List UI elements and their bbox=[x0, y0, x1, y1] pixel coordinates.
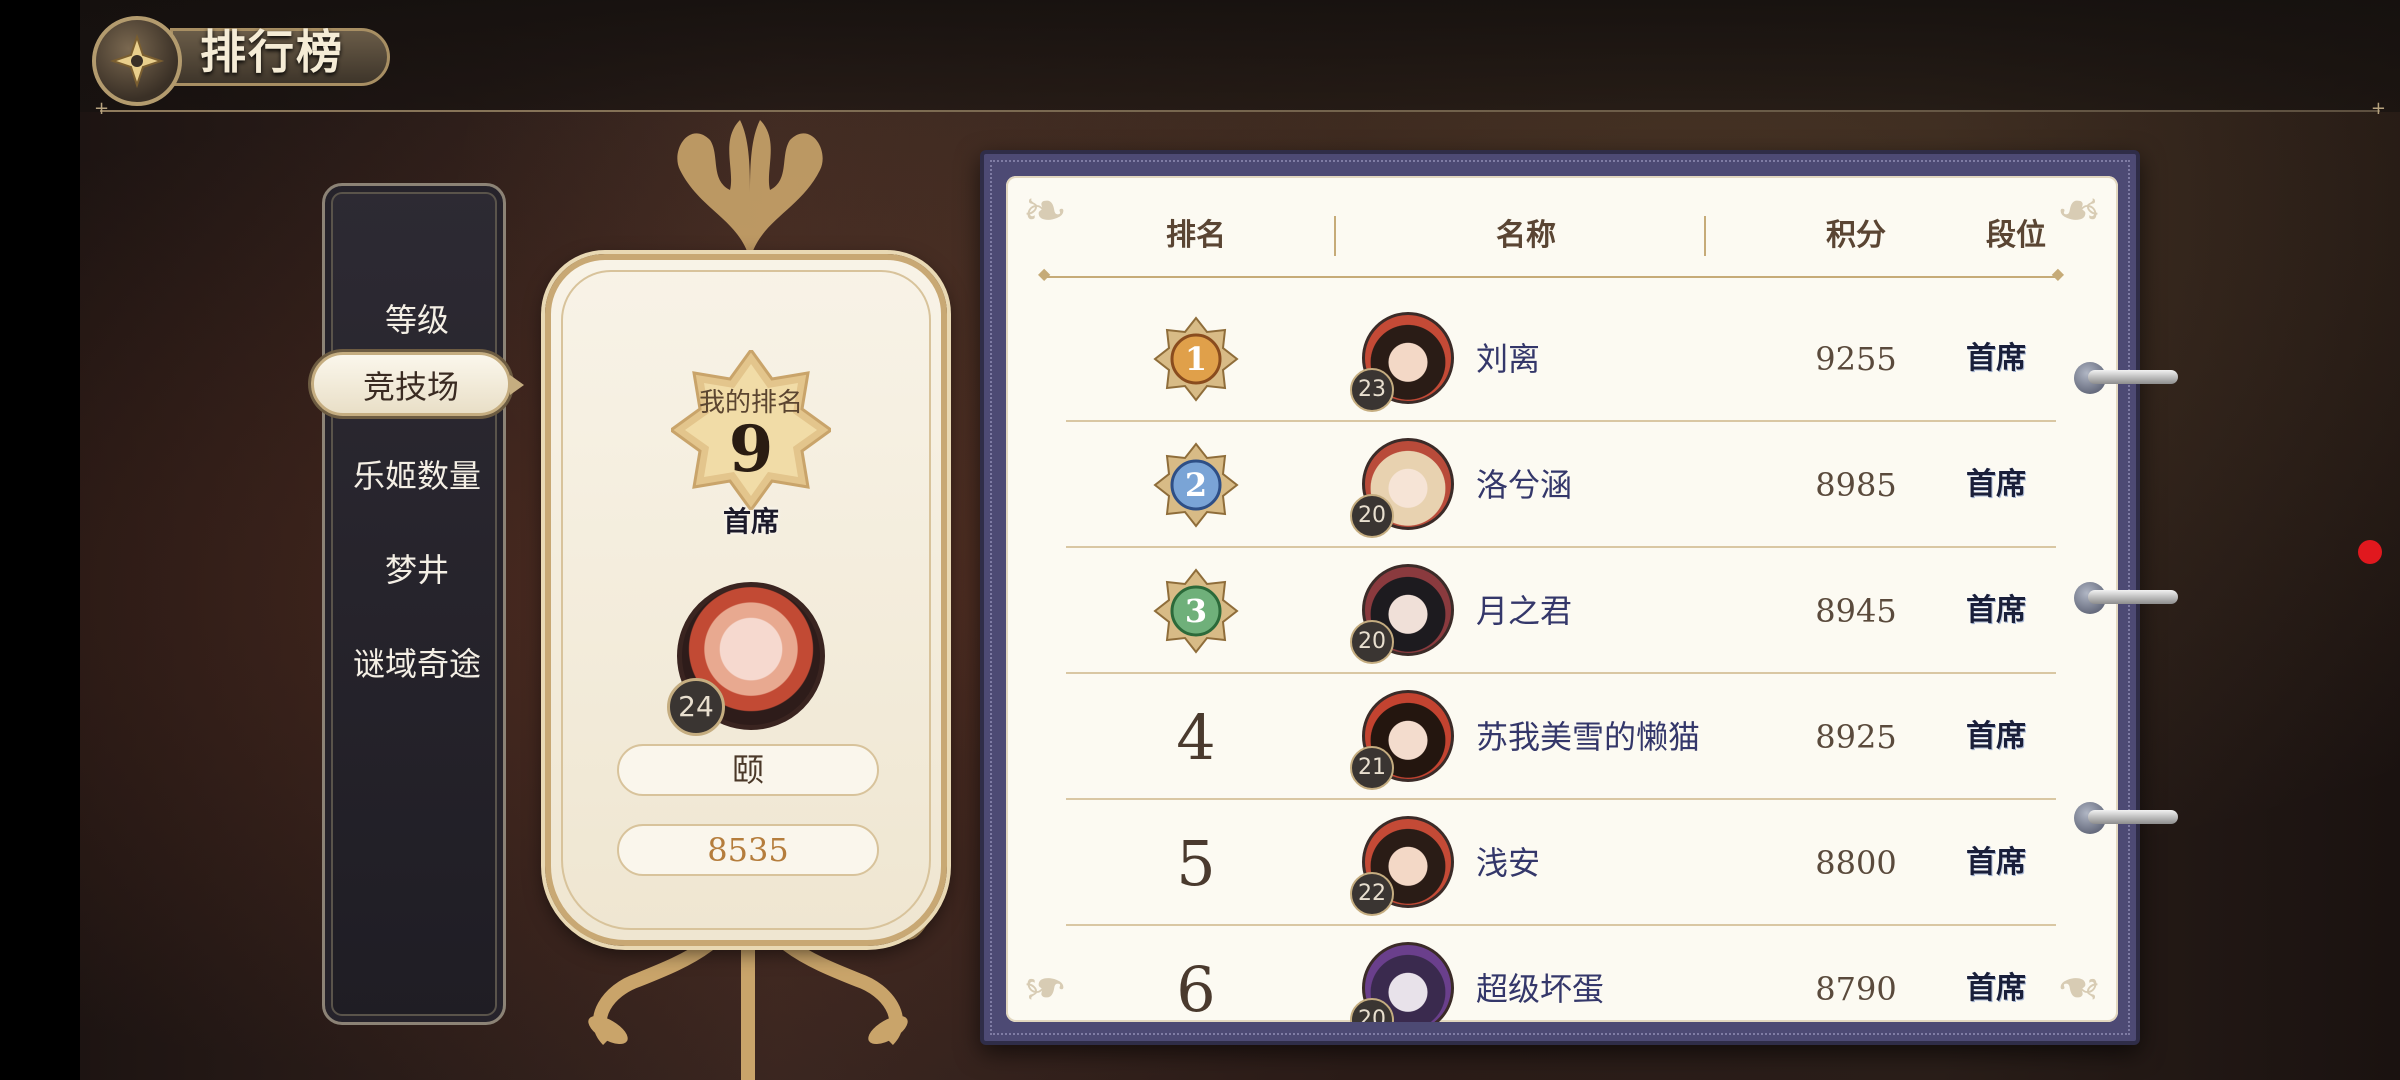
my-name: 颐 bbox=[617, 744, 879, 796]
rank-cell: 2 bbox=[1126, 422, 1266, 548]
table-row[interactable]: 2 20 洛兮涵 8985 首席 bbox=[1066, 422, 2056, 548]
table-row[interactable]: 5 22 浅安 8800 首席 bbox=[1066, 800, 2056, 926]
player-avatar-wrap[interactable]: 20 bbox=[1350, 942, 1458, 1022]
player-tier: 首席 bbox=[1966, 971, 2026, 1006]
notification-dot[interactable] bbox=[2358, 540, 2382, 564]
back-emblem-icon bbox=[109, 33, 165, 89]
player-tier: 首席 bbox=[1966, 845, 2026, 880]
player-name: 苏我美雪的懒猫 bbox=[1476, 718, 1701, 756]
binder-ring bbox=[2074, 358, 2178, 398]
header-underline bbox=[1038, 264, 2064, 283]
ranking-book: ❧ ❧ ❧ ❧ 排名 名称 积分 段位 123刘离9255首席220洛兮涵898… bbox=[980, 150, 2140, 1045]
category-menu: 等级 竞技场 乐姬数量 梦井 谜域奇途 bbox=[311, 183, 524, 1025]
rank-medal-number: 2 bbox=[1185, 466, 1207, 504]
player-level-badge: 23 bbox=[1350, 368, 1394, 412]
menu-item-musician-count[interactable]: 乐姬数量 bbox=[325, 444, 509, 508]
rank-cell: 5 bbox=[1126, 800, 1266, 926]
rank-medal-number: 3 bbox=[1185, 592, 1207, 630]
rank-cell: 6 bbox=[1126, 926, 1266, 1023]
player-score: 8925 bbox=[1815, 718, 1897, 756]
table-row[interactable]: 6 20 超级坏蛋 8790 首席 bbox=[1066, 926, 2056, 1022]
player-score: 9255 bbox=[1815, 340, 1897, 378]
table-row[interactable]: 1 23 刘离 9255 首席 bbox=[1066, 296, 2056, 422]
tree-ornament-top bbox=[677, 120, 823, 260]
top-divider bbox=[94, 98, 2386, 119]
player-avatar-wrap[interactable]: 20 bbox=[1350, 438, 1458, 538]
player-score: 8945 bbox=[1815, 592, 1897, 630]
menu-item-level[interactable]: 等级 bbox=[325, 288, 509, 352]
player-tier: 首席 bbox=[1966, 341, 2026, 376]
binder-ring bbox=[2074, 798, 2178, 838]
player-level-badge: 21 bbox=[1350, 746, 1394, 790]
header-tier: 段位 bbox=[1986, 218, 2046, 253]
player-level-badge: 20 bbox=[1350, 494, 1394, 538]
table-header: 排名 名称 积分 段位 bbox=[1066, 206, 2066, 266]
player-name: 浅安 bbox=[1476, 844, 1541, 882]
player-avatar-wrap[interactable]: 23 bbox=[1350, 312, 1458, 412]
my-score: 8535 bbox=[617, 824, 879, 876]
player-name: 刘离 bbox=[1476, 340, 1541, 378]
rank-medal-icon: 2 bbox=[1153, 442, 1239, 528]
player-score: 8790 bbox=[1815, 970, 1897, 1008]
rank-medal-number: 1 bbox=[1185, 340, 1207, 378]
player-tier: 首席 bbox=[1966, 467, 2026, 502]
header-separator bbox=[1704, 216, 1706, 256]
player-level-badge: 20 bbox=[1350, 620, 1394, 664]
rank-number: 4 bbox=[1176, 700, 1216, 774]
player-name: 超级坏蛋 bbox=[1476, 970, 1605, 1008]
player-tier: 首席 bbox=[1966, 719, 2026, 754]
top-bar bbox=[80, 0, 2400, 112]
my-rank-card: 我的排名 9 首席 24 颐 8535 bbox=[545, 254, 947, 946]
my-tier: 首席 bbox=[722, 505, 779, 538]
my-level-badge: 24 bbox=[667, 678, 725, 736]
ranking-page: ❧ ❧ ❧ ❧ 排名 名称 积分 段位 123刘离9255首席220洛兮涵898… bbox=[1006, 176, 2118, 1022]
page-title: 排行榜 bbox=[200, 25, 344, 79]
table-row[interactable]: 3 20 月之君 8945 首席 bbox=[1066, 548, 2056, 674]
player-avatar-wrap[interactable]: 20 bbox=[1350, 564, 1458, 664]
binder-ring bbox=[2074, 578, 2178, 618]
table-row[interactable]: 4 21 苏我美雪的懒猫 8925 首席 bbox=[1066, 674, 2056, 800]
left-letterbox bbox=[0, 0, 80, 1080]
rank-cell: 1 bbox=[1126, 296, 1266, 422]
rank-cell: 3 bbox=[1126, 548, 1266, 674]
header-score: 积分 bbox=[1826, 218, 1886, 253]
menu-item-mystery-journey[interactable]: 谜域奇途 bbox=[325, 632, 509, 696]
header-rank: 排名 bbox=[1166, 218, 1226, 253]
rank-medal-icon: 1 bbox=[1153, 316, 1239, 402]
player-score: 8800 bbox=[1815, 844, 1897, 882]
player-name: 月之君 bbox=[1476, 592, 1573, 630]
rank-number: 5 bbox=[1176, 826, 1216, 900]
header-separator bbox=[1334, 216, 1336, 256]
back-button[interactable] bbox=[92, 16, 182, 106]
player-name: 洛兮涵 bbox=[1476, 466, 1573, 504]
menu-item-dream-well[interactable]: 梦井 bbox=[325, 538, 509, 602]
rank-cell: 4 bbox=[1126, 674, 1266, 800]
player-tier: 首席 bbox=[1966, 593, 2026, 628]
player-score: 8985 bbox=[1815, 466, 1897, 504]
rank-medal-icon: 3 bbox=[1153, 568, 1239, 654]
my-rank-number: 9 bbox=[728, 412, 774, 487]
player-avatar-wrap[interactable]: 22 bbox=[1350, 816, 1458, 916]
header-name: 名称 bbox=[1496, 218, 1556, 253]
player-avatar-wrap[interactable]: 21 bbox=[1350, 690, 1458, 790]
menu-item-arena[interactable]: 竞技场 bbox=[311, 352, 524, 416]
player-level-badge: 22 bbox=[1350, 872, 1394, 916]
rank-number: 6 bbox=[1176, 952, 1216, 1023]
